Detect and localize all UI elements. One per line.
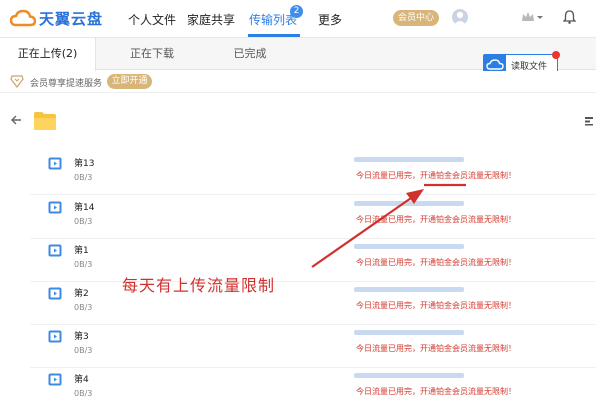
annotation-arrow-shaft bbox=[311, 195, 415, 268]
annotation-overlay bbox=[311, 183, 466, 268]
annotation-arrow-head bbox=[406, 189, 424, 204]
